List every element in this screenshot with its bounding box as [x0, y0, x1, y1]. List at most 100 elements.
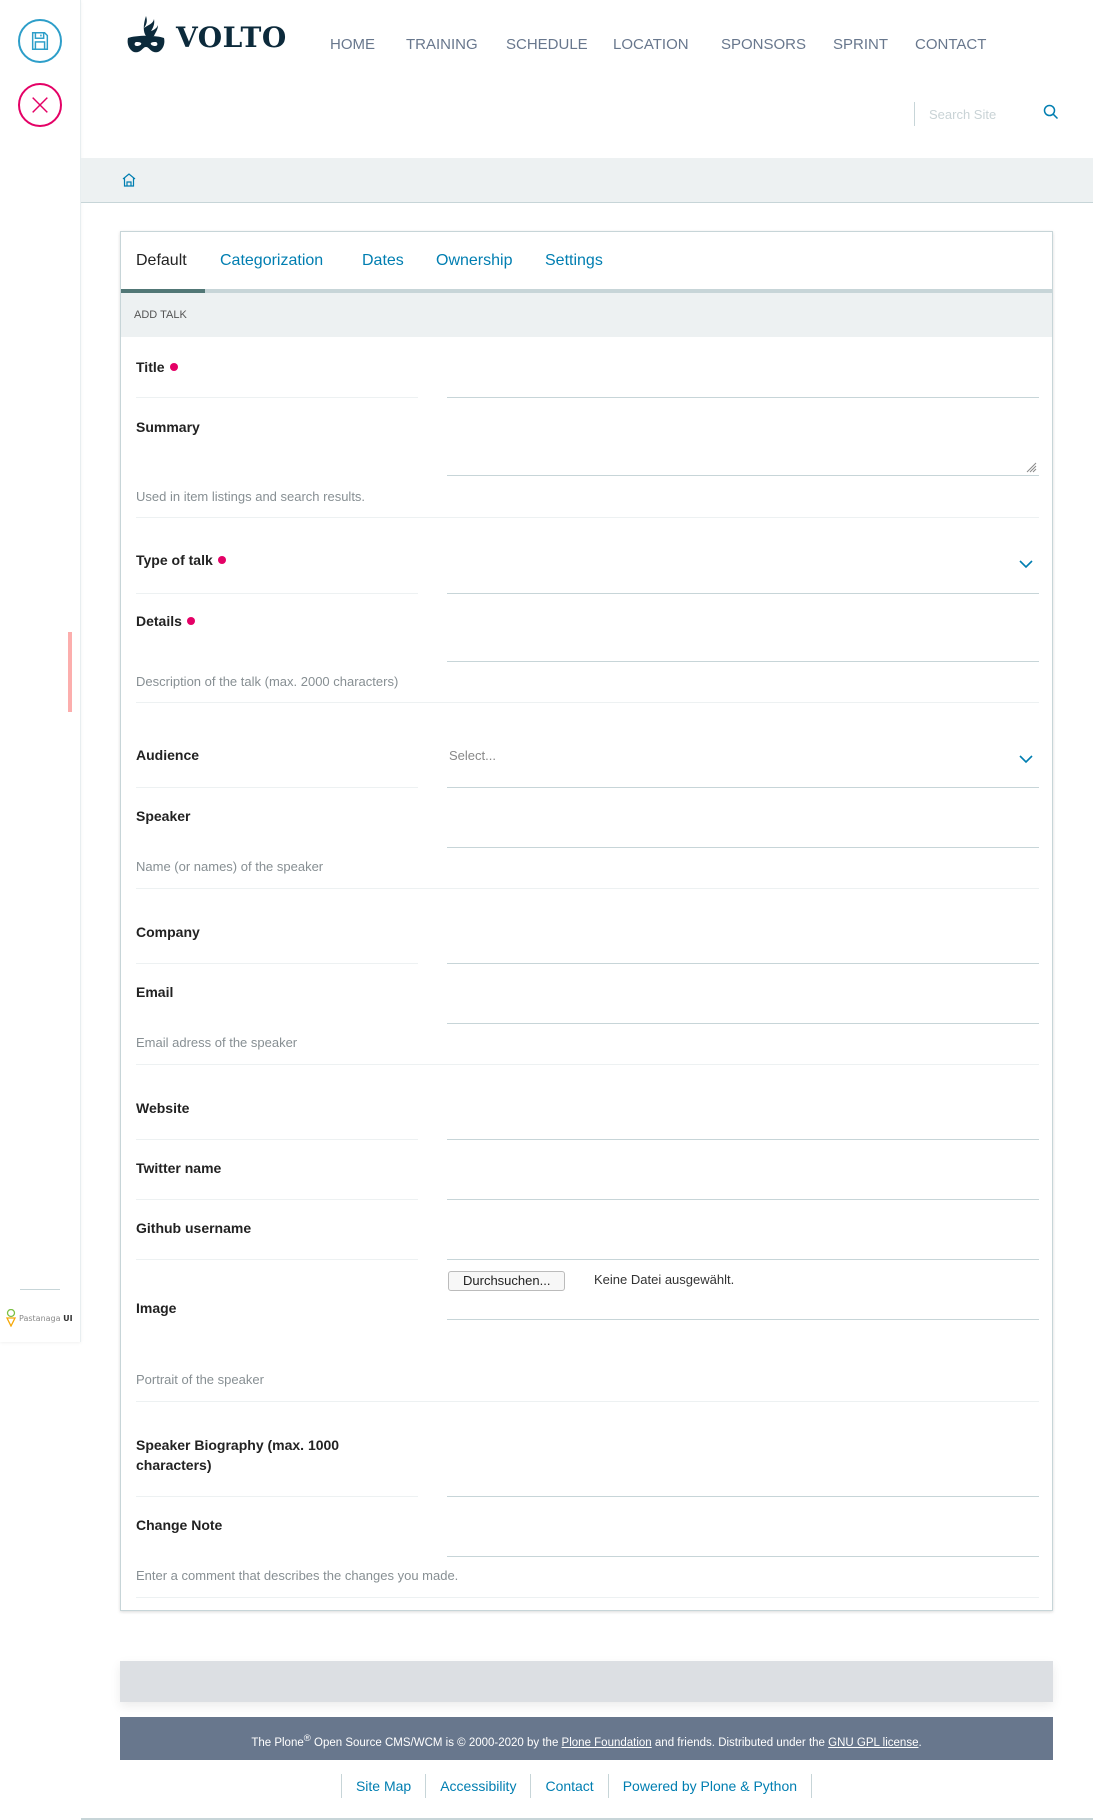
- details-label: Details: [136, 611, 195, 631]
- mask-logo-icon: [127, 16, 165, 53]
- details-help: Description of the talk (max. 2000 chara…: [136, 674, 399, 689]
- github-input[interactable]: [447, 1228, 1039, 1258]
- nav-schedule[interactable]: SCHEDULE: [506, 36, 588, 53]
- nav-sponsors[interactable]: SPONSORS: [721, 36, 806, 53]
- close-icon: [32, 97, 48, 113]
- resize-handle-icon[interactable]: [1025, 461, 1037, 473]
- company-label: Company: [136, 924, 200, 940]
- nav-location[interactable]: LOCATION: [613, 36, 689, 53]
- change-note-help: Enter a comment that describes the chang…: [136, 1568, 459, 1583]
- save-button[interactable]: [18, 19, 62, 63]
- company-input[interactable]: [447, 932, 1039, 962]
- footer-link-powered-by[interactable]: Powered by Plone & Python: [607, 1774, 813, 1798]
- website-label: Website: [136, 1100, 190, 1116]
- footer-spacer: [120, 1661, 1053, 1702]
- footer-colophon: The Plone® Open Source CMS/WCM is © 2000…: [120, 1717, 1053, 1760]
- tab-settings[interactable]: Settings: [545, 252, 603, 270]
- logo-text: VOLTO: [176, 20, 287, 54]
- browse-file-button[interactable]: Durchsuchen...: [448, 1271, 566, 1291]
- required-indicator: [217, 556, 226, 564]
- search-icon: [1043, 104, 1059, 120]
- required-indicator: [169, 363, 178, 371]
- breadcrumb: [81, 158, 1093, 203]
- footer-text: .: [918, 1736, 922, 1749]
- title-input-line: [447, 397, 1039, 398]
- company-input-line: [447, 963, 1039, 964]
- gpl-license-link[interactable]: GNU GPL license: [828, 1737, 918, 1749]
- plone-foundation-link[interactable]: Plone Foundation: [562, 1737, 652, 1749]
- toolbar-divider: [20, 1289, 60, 1290]
- divider: [136, 1199, 418, 1200]
- change-note-input-line: [447, 1556, 1039, 1557]
- speaker-biography-input-line: [447, 1496, 1039, 1497]
- nav-contact[interactable]: CONTACT: [915, 36, 986, 53]
- form-tabs: Default Categorization Dates Ownership S…: [121, 232, 1052, 293]
- divider: [136, 1139, 418, 1140]
- search-button[interactable]: [1043, 104, 1059, 124]
- website-input-line: [447, 1139, 1039, 1140]
- active-tab-indicator: [121, 289, 205, 293]
- divider: [136, 517, 1039, 518]
- details-input-line: [447, 661, 1039, 662]
- footer-link-contact[interactable]: Contact: [530, 1774, 607, 1798]
- change-note-label: Change Note: [136, 1517, 223, 1533]
- website-input[interactable]: [447, 1108, 1039, 1138]
- github-input-line: [447, 1259, 1039, 1260]
- change-note-input[interactable]: [447, 1525, 1039, 1555]
- pastanaga-text: Pastanaga UI: [19, 1313, 73, 1323]
- summary-input-line: [447, 475, 1039, 476]
- section-title: ADD TALK: [121, 293, 1052, 337]
- audience-dropdown[interactable]: [1019, 749, 1033, 768]
- divider: [136, 1401, 1039, 1402]
- nav-home[interactable]: HOME: [330, 36, 375, 53]
- tab-default[interactable]: Default: [136, 252, 187, 270]
- speaker-biography-input[interactable]: [447, 1465, 1039, 1495]
- email-input[interactable]: [447, 992, 1039, 1022]
- image-label: Image: [136, 1300, 177, 1316]
- footer-links: Site Map Accessibility Contact Powered b…: [0, 1774, 1093, 1798]
- site-logo[interactable]: VOLTO: [126, 16, 287, 58]
- cancel-button[interactable]: [18, 83, 62, 127]
- footer-text: Open Source CMS/WCM is © 2000-2020 by th…: [310, 1736, 562, 1749]
- audience-select[interactable]: Select...: [449, 748, 496, 763]
- home-icon: [122, 173, 136, 187]
- chevron-down-icon: [1019, 560, 1033, 569]
- breadcrumb-home[interactable]: [122, 172, 136, 191]
- summary-textarea[interactable]: [447, 417, 1039, 475]
- image-help: Portrait of the speaker: [136, 1372, 264, 1387]
- scroll-indicator: [68, 632, 72, 712]
- speaker-help: Name (or names) of the speaker: [136, 859, 324, 874]
- nav-training[interactable]: TRAINING: [406, 36, 478, 53]
- twitter-input-line: [447, 1199, 1039, 1200]
- divider: [136, 1064, 1039, 1065]
- divider: [136, 593, 418, 594]
- type-of-talk-input-line: [447, 593, 1039, 594]
- pastanaga-logo-icon: [6, 1309, 16, 1327]
- tab-ownership[interactable]: Ownership: [436, 252, 512, 270]
- search-input[interactable]: [929, 106, 1034, 122]
- speaker-input[interactable]: [447, 816, 1039, 846]
- divider: [136, 702, 1039, 703]
- speaker-biography-label: Speaker Biography (max. 1000 characters): [136, 1437, 340, 1473]
- title-input[interactable]: [447, 365, 1039, 395]
- chevron-down-icon: [1019, 755, 1033, 764]
- github-label: Github username: [136, 1220, 252, 1236]
- pastanaga-brand: Pastanaga UI: [6, 1309, 73, 1327]
- divider: [136, 1259, 418, 1260]
- divider: [136, 963, 418, 964]
- twitter-input[interactable]: [447, 1168, 1039, 1198]
- speaker-label: Speaker: [136, 808, 191, 824]
- details-input[interactable]: [447, 629, 1039, 659]
- email-help: Email adress of the speaker: [136, 1035, 298, 1050]
- tab-dates[interactable]: Dates: [362, 252, 404, 270]
- twitter-label: Twitter name: [136, 1160, 222, 1176]
- footer-link-site-map[interactable]: Site Map: [340, 1774, 425, 1798]
- divider: [136, 787, 418, 788]
- footer-link-accessibility[interactable]: Accessibility: [425, 1774, 530, 1798]
- footer-text: The Plone: [251, 1736, 304, 1749]
- divider: [136, 888, 1039, 889]
- nav-sprint[interactable]: SPRINT: [833, 36, 888, 53]
- tab-categorization[interactable]: Categorization: [220, 252, 323, 270]
- type-of-talk-dropdown[interactable]: [1019, 554, 1033, 573]
- audience-label: Audience: [136, 747, 200, 763]
